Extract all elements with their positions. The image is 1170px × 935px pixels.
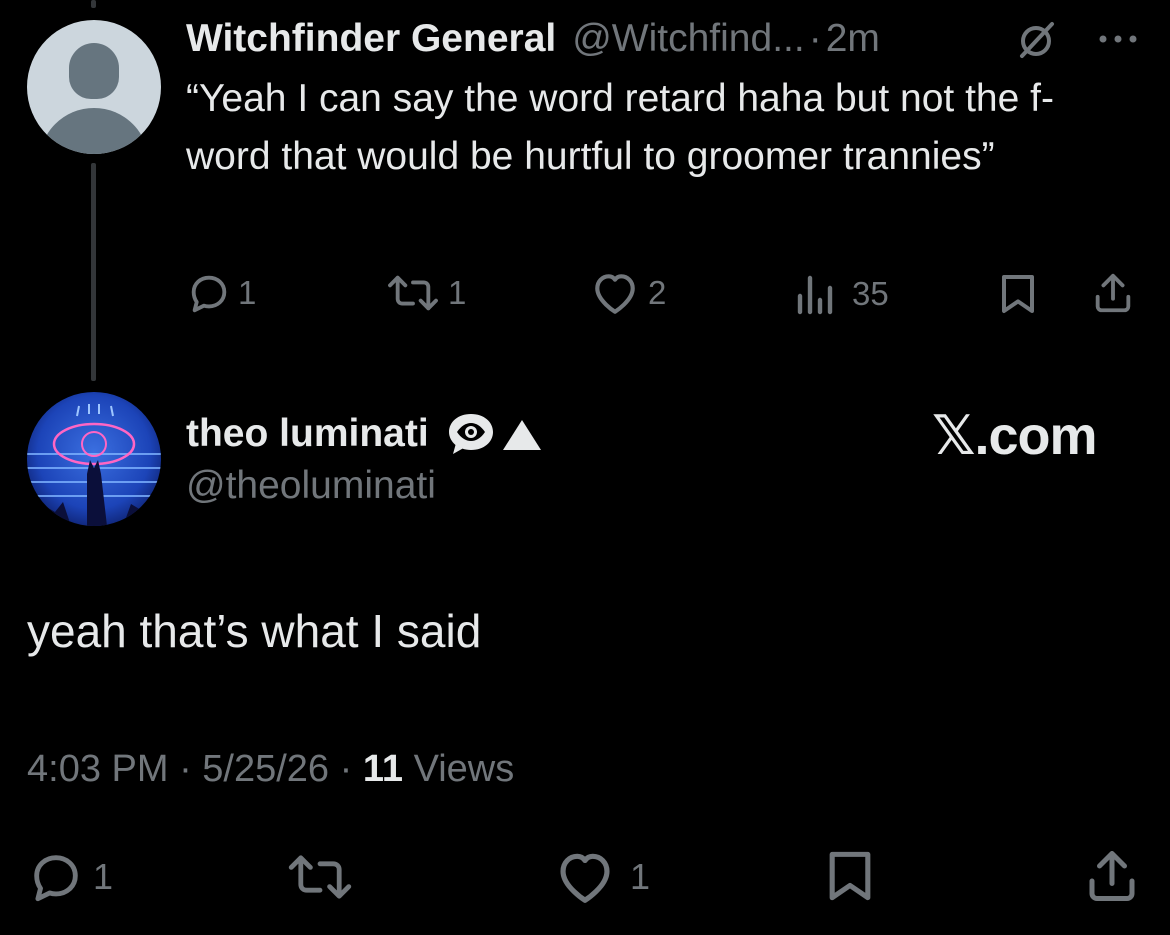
grok-icon[interactable] xyxy=(1012,18,1060,62)
repost-icon xyxy=(388,275,438,311)
user-handle[interactable]: @Witchfind... xyxy=(572,17,804,61)
heart-icon xyxy=(560,853,610,903)
separator: · xyxy=(808,17,822,60)
tweet-timestamp[interactable]: 4:03 PM · 5/25/26 · xyxy=(27,748,363,790)
tweet-metadata: 4:03 PM · 5/25/26 · 11 Views xyxy=(27,748,514,791)
reply-button[interactable]: 1 xyxy=(186,270,256,316)
share-icon xyxy=(1095,273,1131,313)
repost-button[interactable]: 1 xyxy=(384,270,466,316)
like-button[interactable]: 1 xyxy=(554,848,650,906)
display-name-text: theo luminati xyxy=(186,412,429,455)
reply-icon xyxy=(191,275,227,313)
repost-icon xyxy=(288,855,352,899)
avatar[interactable] xyxy=(27,392,161,526)
thread-line-top xyxy=(91,0,96,8)
like-button[interactable]: 2 xyxy=(590,270,666,316)
views-count: 35 xyxy=(852,275,889,312)
thread-line xyxy=(91,163,96,381)
bookmark-icon xyxy=(1002,275,1034,313)
bookmark-button[interactable] xyxy=(822,846,878,906)
share-icon xyxy=(1089,851,1135,901)
triangle-icon xyxy=(502,420,541,450)
parent-tweet-header: Witchfinder General @Witchfind... · 2m xyxy=(186,14,880,64)
heart-icon xyxy=(595,274,635,314)
share-button[interactable] xyxy=(1082,846,1142,906)
reply-button[interactable]: 1 xyxy=(27,848,113,906)
reply-count: 1 xyxy=(93,856,114,897)
name-emoji xyxy=(443,410,543,458)
main-tweet-text: yeah that’s what I said xyxy=(27,605,482,657)
avatar[interactable] xyxy=(27,20,161,154)
share-button[interactable] xyxy=(1090,270,1136,316)
more-options-icon[interactable] xyxy=(1096,28,1140,50)
views-label: Views xyxy=(403,748,515,790)
eye-in-speech-bubble-icon xyxy=(448,414,493,454)
like-count: 1 xyxy=(630,856,651,897)
user-handle[interactable]: @theoluminati xyxy=(186,464,436,508)
parent-tweet-text: “Yeah I can say the word retard haha but… xyxy=(186,77,1054,178)
like-count: 2 xyxy=(648,274,667,311)
bookmark-icon xyxy=(829,851,871,901)
bookmark-button[interactable] xyxy=(996,272,1040,316)
display-name[interactable]: Witchfinder General xyxy=(186,17,556,61)
views-button[interactable]: 35 xyxy=(794,272,889,316)
views-count: 11 xyxy=(362,748,404,790)
repost-count: 1 xyxy=(448,274,467,311)
reply-icon xyxy=(34,855,78,902)
views-icon xyxy=(797,275,833,315)
display-name[interactable]: theo luminati xyxy=(186,408,543,460)
xcom-watermark: 𝕏.com xyxy=(932,406,1098,466)
repost-button[interactable] xyxy=(284,848,356,906)
tweet-time[interactable]: 2m xyxy=(826,17,880,61)
reply-count: 1 xyxy=(238,274,257,311)
